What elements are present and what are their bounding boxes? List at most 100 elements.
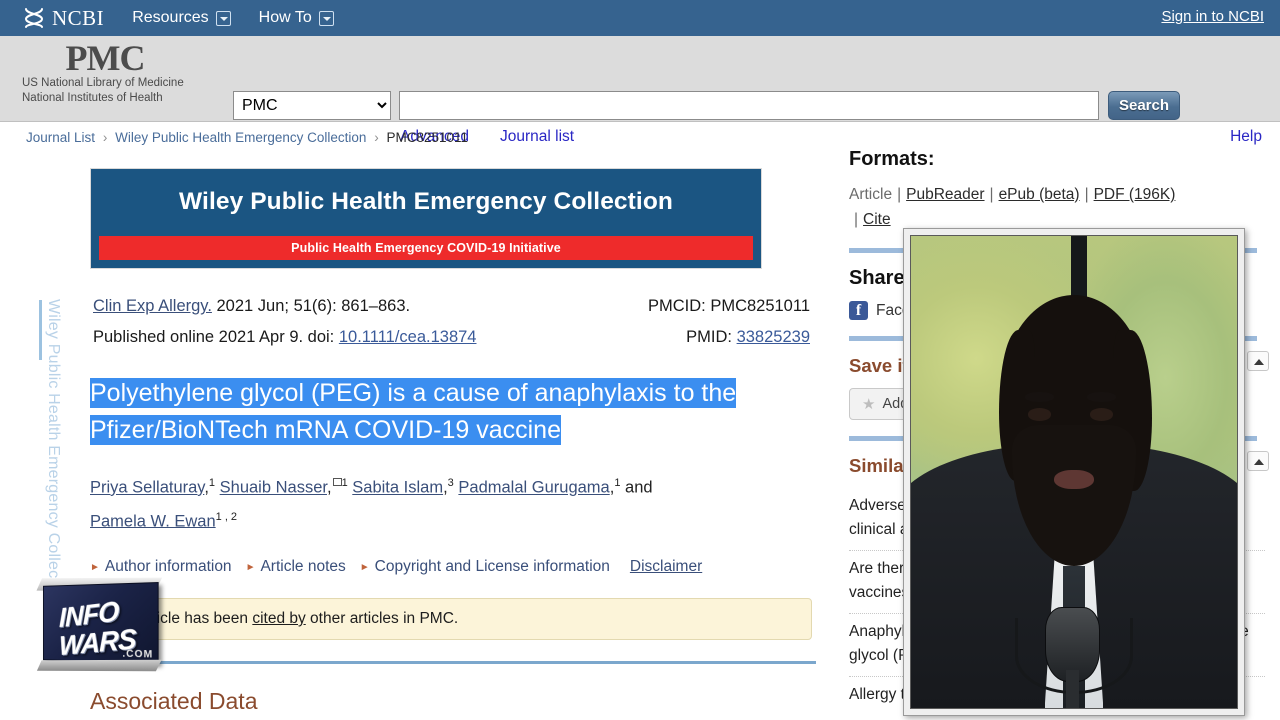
- journal-list-link[interactable]: Journal list: [500, 128, 574, 146]
- pmcid-label: PMCID:: [647, 297, 711, 315]
- journal-banner[interactable]: Wiley Public Health Emergency Collection…: [90, 168, 762, 269]
- breadcrumb-item-current: PMC8251011: [386, 130, 469, 145]
- journal-banner-title: Wiley Public Health Emergency Collection: [179, 188, 673, 215]
- pmcid-line: PMCID: PMC8251011: [648, 297, 810, 316]
- article-meta-links: ► Author information ► Article notes ► Copyri…: [90, 558, 816, 576]
- collapse-triangle-up-icon[interactable]: [1247, 351, 1269, 371]
- video-player-overlay[interactable]: [903, 228, 1245, 716]
- search-input[interactable]: [399, 91, 1099, 120]
- format-pdf-link[interactable]: PDF (196K): [1094, 186, 1176, 203]
- collapse-triangle-up-icon[interactable]: [1247, 451, 1269, 471]
- star-icon: ★: [862, 396, 876, 413]
- sign-in-link[interactable]: Sign in to NCBI: [1161, 8, 1264, 25]
- disclaimer-link[interactable]: Disclaimer: [630, 558, 702, 575]
- article-notes-label: Article notes: [260, 558, 346, 575]
- breadcrumb: Journal List › Wiley Public Health Emerg…: [26, 130, 468, 145]
- infowars-watermark-logo: INFO WARS .COM: [28, 577, 170, 676]
- video-frame: [910, 235, 1238, 709]
- breadcrumb-item-collection[interactable]: Wiley Public Health Emergency Collection: [115, 130, 366, 145]
- citation-issue: 2021 Jun; 51(6): 861–863.: [211, 297, 411, 315]
- microphone-stand: [1065, 670, 1079, 708]
- search-button[interactable]: Search: [1108, 91, 1180, 120]
- corresponding-author-envelope-icon[interactable]: [332, 478, 342, 486]
- nlm-line-2: National Institutes of Health: [22, 92, 163, 104]
- author-affiliation-marker: 1: [341, 477, 348, 489]
- copyright-label: Copyright and License information: [374, 558, 610, 575]
- cited-by-post: other articles in PMC.: [305, 610, 459, 627]
- cited-by-link[interactable]: cited by: [252, 610, 305, 627]
- pmid-link[interactable]: 33825239: [737, 328, 810, 346]
- citation-block: Clin Exp Allergy. 2021 Jun; 51(6): 861–8…: [90, 297, 816, 357]
- copyright-toggle[interactable]: ► Copyright and License information: [360, 558, 610, 575]
- author-information-label: Author information: [104, 558, 232, 575]
- topnav-resources-label: Resources: [132, 9, 209, 26]
- author-affiliation-marker: 1: [208, 477, 216, 489]
- article-notes-toggle[interactable]: ► Article notes: [246, 558, 346, 575]
- section-divider: [90, 661, 816, 664]
- topnav-howto[interactable]: How To: [259, 9, 334, 27]
- pmid-label: PMID:: [686, 328, 737, 346]
- video-subject-eyebrow-left: [1025, 391, 1055, 403]
- video-subject-eyebrow-right: [1087, 391, 1117, 403]
- chevron-down-icon: [215, 10, 231, 26]
- help-link[interactable]: Help: [1230, 128, 1262, 146]
- format-pubreader-link[interactable]: PubReader: [906, 186, 984, 203]
- article-title-selection: Polyethylene glycol (PEG) is a cause of …: [90, 378, 737, 445]
- author-information-toggle[interactable]: ► Author information: [90, 558, 232, 575]
- ncbi-wordmark: NCBI: [52, 5, 105, 30]
- author-list: Priya Sellaturay,1 Shuaib Nasser, 1 Sabit…: [90, 469, 816, 536]
- format-separator: |: [897, 186, 902, 203]
- database-select[interactable]: PMCPubMedBooksNucleotideProtein: [233, 91, 391, 120]
- nlm-line-1: US National Library of Medicine: [22, 77, 184, 89]
- author-link[interactable]: Shuaib Nasser: [220, 479, 327, 497]
- author-affiliation-marker: 1 , 2: [215, 510, 238, 523]
- ncbi-top-bar: NCBI Resources How To Sign in to NCBI: [0, 0, 1280, 36]
- cited-by-notice: This article has been cited by other art…: [90, 598, 812, 640]
- triangle-right-icon: ►: [359, 562, 370, 573]
- format-separator: |: [989, 186, 994, 203]
- topnav-resources[interactable]: Resources: [132, 9, 231, 27]
- pmc-search-header: PMC US National Library of Medicine Nati…: [0, 36, 1280, 145]
- triangle-right-icon: ►: [245, 562, 256, 573]
- video-subject-mouth: [1054, 469, 1094, 490]
- author-link[interactable]: Padmalal Gurugama: [458, 479, 609, 497]
- formats-heading: Formats:: [849, 148, 935, 170]
- format-article-current: Article: [849, 186, 893, 203]
- breadcrumb-separator: ›: [374, 130, 379, 145]
- topnav-howto-label: How To: [258, 9, 312, 26]
- doi-link[interactable]: 10.1111/cea.13874: [339, 328, 477, 346]
- ncbi-dna-icon: [24, 8, 44, 28]
- article-title: Polyethylene glycol (PEG) is a cause of …: [90, 375, 816, 449]
- author-comma: ,: [326, 478, 332, 497]
- published-line: Published online 2021 Apr 9. doi: 10.111…: [93, 328, 476, 347]
- breadcrumb-item-journal-list[interactable]: Journal List: [26, 130, 95, 145]
- formats-links: Article | PubReader | ePub (beta) | PDF (196K)…: [849, 182, 1265, 232]
- journal-banner-stripe: Public Health Emergency COVID-19 Initiat…: [99, 236, 753, 260]
- format-separator: |: [1084, 186, 1089, 203]
- author-link[interactable]: Sabita Islam: [352, 479, 443, 497]
- facebook-icon: f: [849, 301, 868, 320]
- format-epub-link[interactable]: ePub (beta): [999, 186, 1080, 203]
- associated-data-heading: Associated Data: [90, 688, 258, 714]
- journal-link[interactable]: Clin Exp Allergy.: [93, 297, 212, 315]
- article-main-column: Wiley Public Health Emergency Collection…: [90, 168, 816, 715]
- author-affiliation-marker: 1: [614, 477, 621, 489]
- format-cite-link[interactable]: Cite: [863, 211, 891, 228]
- side-tab-rule: [39, 300, 42, 360]
- author-affiliation-marker: 3: [447, 477, 454, 489]
- pmc-wordmark: PMC: [65, 38, 146, 78]
- video-subject-eye-left: [1028, 408, 1052, 421]
- logo-box-bottom-face: [36, 659, 162, 672]
- published-prefix: Published online 2021 Apr 9. doi:: [93, 328, 339, 346]
- author-link[interactable]: Pamela W. Ewan: [90, 512, 216, 530]
- breadcrumb-separator: ›: [102, 130, 108, 145]
- citation-journal-line: Clin Exp Allergy. 2021 Jun; 51(6): 861–8…: [93, 297, 410, 316]
- logo-box-front-face: INFO WARS .COM: [42, 582, 159, 664]
- pmc-logo-block[interactable]: PMC US National Library of Medicine Nati…: [22, 40, 222, 106]
- pmid-line: PMID: 33825239: [686, 328, 810, 347]
- triangle-right-icon: ►: [90, 562, 100, 573]
- format-separator: |: [854, 211, 859, 228]
- ncbi-logo[interactable]: NCBI: [22, 6, 104, 31]
- author-link[interactable]: Priya Sellaturay: [90, 479, 204, 497]
- pmcid-value: PMC8251011: [710, 297, 810, 315]
